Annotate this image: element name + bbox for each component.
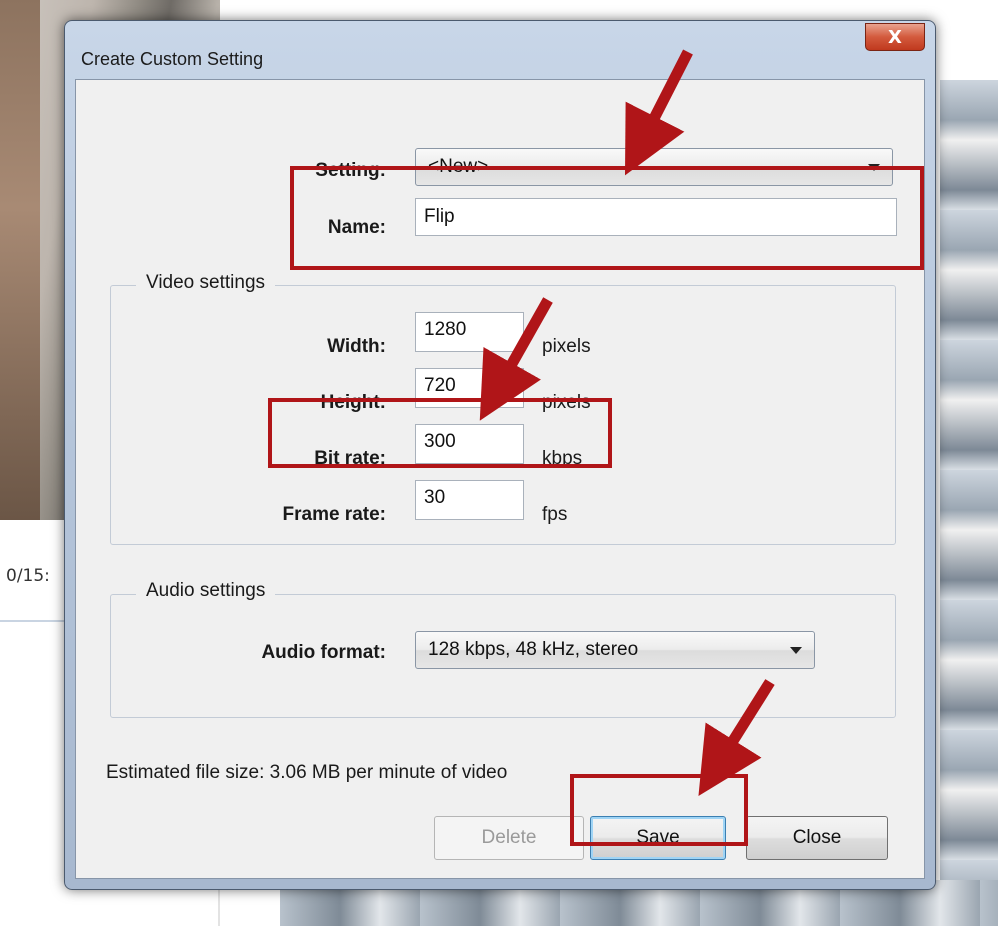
arrow-to-save — [698, 679, 775, 796]
annotation-arrows — [479, 49, 775, 796]
arrow-to-bit-rate — [479, 297, 553, 421]
arrow-to-name — [624, 49, 693, 176]
